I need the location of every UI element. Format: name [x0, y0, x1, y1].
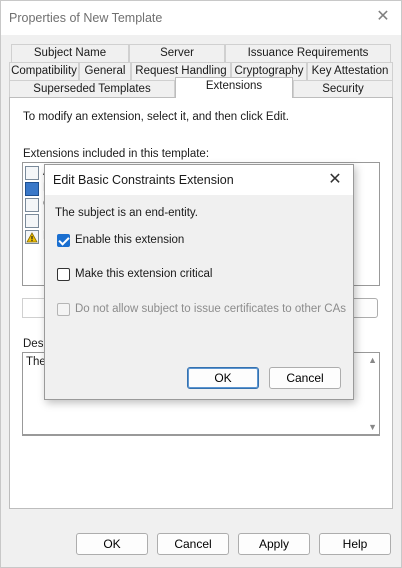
apply-button[interactable]: Apply [238, 533, 310, 555]
cancel-button[interactable]: Cancel [157, 533, 229, 555]
document-icon [25, 214, 39, 228]
scroll-up-icon[interactable]: ▲ [368, 355, 377, 365]
window-close-icon[interactable]: ✕ [373, 7, 393, 27]
end-entity-note: The subject is an end-entity. [55, 207, 198, 219]
checkbox-disabled-icon [57, 303, 70, 316]
enable-extension-label: Enable this extension [75, 234, 185, 246]
dialog-cancel-button[interactable]: Cancel [269, 367, 341, 389]
dialog-ok-button[interactable]: OK [187, 367, 259, 389]
tab-extensions[interactable]: Extensions [175, 77, 293, 98]
dialog-title: Edit Basic Constraints Extension [53, 173, 234, 187]
description-text: The [26, 356, 46, 368]
tab-general[interactable]: General [79, 62, 131, 80]
tab-compatibility[interactable]: Compatibility [9, 62, 79, 80]
help-button[interactable]: Help [319, 533, 391, 555]
edit-basic-constraints-dialog: Edit Basic Constraints Extension ✕ The s… [44, 164, 354, 400]
document-icon [25, 182, 39, 196]
dialog-close-icon[interactable]: ✕ [325, 170, 345, 190]
window-titlebar: Properties of New Template ✕ [1, 1, 401, 35]
checkbox-unchecked-icon[interactable] [57, 268, 70, 281]
tab-superseded-templates[interactable]: Superseded Templates [9, 80, 175, 98]
warning-icon [25, 230, 39, 244]
no-subordinate-ca-label: Do not allow subject to issue certificat… [75, 303, 347, 315]
tab-row-3: Superseded Templates Extensions Security [9, 77, 393, 98]
critical-extension-label: Make this extension critical [75, 268, 213, 280]
checkbox-checked-icon[interactable] [57, 234, 70, 247]
tab-server[interactable]: Server [129, 44, 225, 62]
document-icon [25, 198, 39, 212]
window-title: Properties of New Template [9, 11, 163, 25]
scroll-down-icon[interactable]: ▼ [368, 422, 377, 432]
extensions-list-label: Extensions included in this template: [23, 148, 210, 160]
tab-key-attestation[interactable]: Key Attestation [307, 62, 393, 80]
ok-button[interactable]: OK [76, 533, 148, 555]
document-icon [25, 166, 39, 180]
dialog-titlebar: Edit Basic Constraints Extension ✕ [45, 165, 353, 195]
tab-row-1: Subject Name Server Issuance Requirement… [11, 44, 391, 62]
tab-subject-name[interactable]: Subject Name [11, 44, 129, 62]
tab-issuance-requirements[interactable]: Issuance Requirements [225, 44, 391, 62]
tab-security[interactable]: Security [293, 80, 393, 98]
instruction-text: To modify an extension, select it, and t… [23, 111, 289, 123]
